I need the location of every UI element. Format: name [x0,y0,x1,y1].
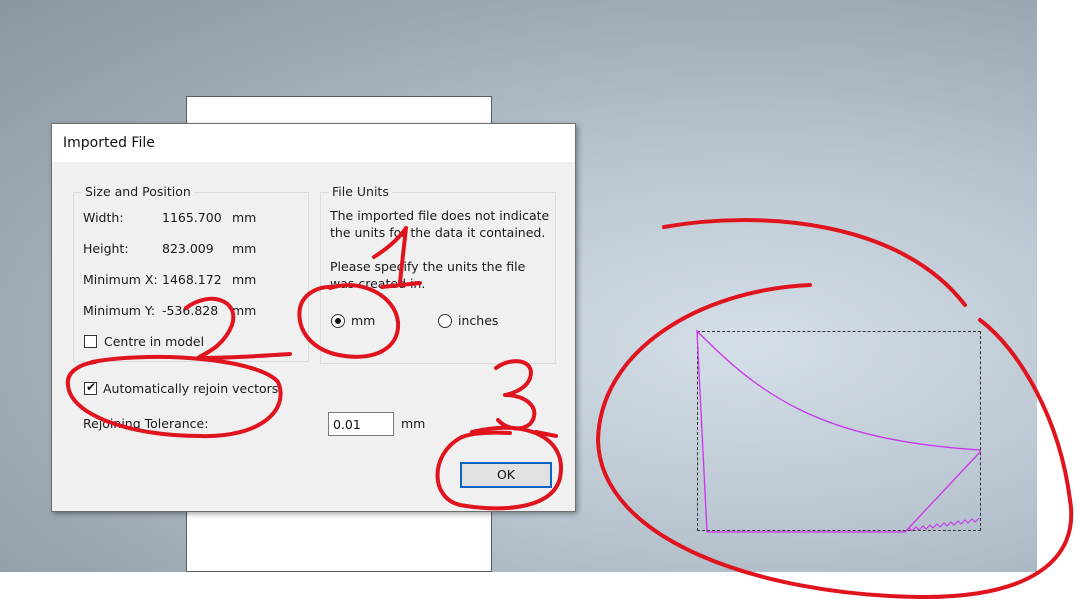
circle-around-rejoin [65,354,283,439]
annotation-number-3 [494,359,558,438]
circle-around-ok [435,425,564,511]
circle-around-mm [297,283,401,359]
circle-around-preview [596,218,1074,600]
annotation-number-1 [372,226,422,289]
annotation-number-2 [184,297,292,360]
red-annotations [65,218,1074,600]
